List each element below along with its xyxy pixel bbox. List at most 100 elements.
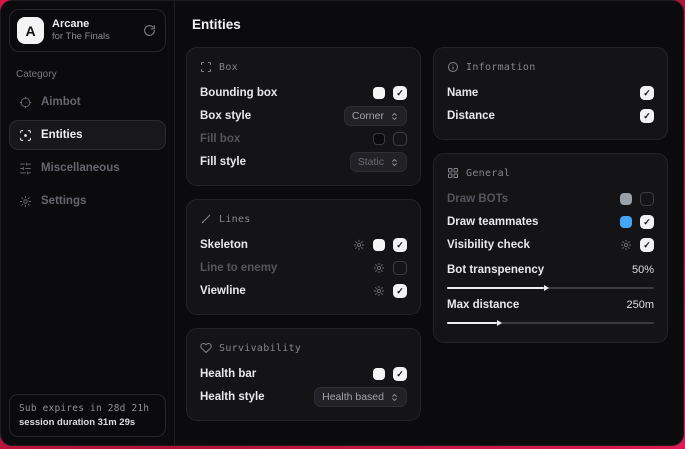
line-to-enemy-checkbox[interactable] — [393, 261, 407, 275]
bot-transparency-labels: Bot transpenency 50% — [447, 260, 654, 280]
heart-icon — [200, 342, 212, 354]
health-style-row: Health style Health based — [200, 386, 407, 408]
grid-icon — [447, 167, 459, 179]
app-logo: A — [17, 17, 44, 44]
section-title: Information — [466, 62, 536, 73]
viewline-row: Viewline — [200, 280, 407, 302]
row-label: Line to enemy — [200, 262, 277, 274]
skeleton-settings-gear-icon[interactable] — [353, 239, 365, 251]
bounding-box-checkbox[interactable] — [393, 86, 407, 100]
color-swatch[interactable] — [373, 368, 385, 380]
main-content: Entities Box Bounding box — [175, 1, 683, 445]
information-section: Information Name Distance — [433, 47, 668, 140]
info-icon — [447, 61, 459, 73]
row-label: Draw BOTs — [447, 193, 508, 205]
sidebar-item-label: Entities — [41, 129, 83, 141]
bot-transparency-slider[interactable] — [447, 287, 654, 289]
scan-eye-icon — [19, 129, 32, 142]
fill-style-row: Fill style Static — [200, 151, 407, 173]
app-titles: Arcane for The Finals — [52, 17, 110, 44]
box-style-dropdown[interactable]: Corner — [344, 106, 407, 126]
diagonal-line-icon — [200, 213, 212, 225]
health-bar-row: Health bar — [200, 363, 407, 385]
health-style-dropdown[interactable]: Health based — [314, 387, 407, 407]
max-distance-slider[interactable] — [447, 322, 654, 324]
row-label: Draw teammates — [447, 216, 538, 228]
viewline-checkbox[interactable] — [393, 284, 407, 298]
page-title: Entities — [192, 17, 668, 32]
draw-bots-row: Draw BOTs — [447, 188, 654, 210]
slider-value: 250m — [626, 299, 654, 311]
sidebar-item-miscellaneous[interactable]: Miscellaneous — [9, 153, 166, 183]
box-style-row: Box style Corner — [200, 105, 407, 127]
fill-box-row: Fill box — [200, 128, 407, 150]
sub-expiry-text: Sub expires in 28d 21h — [19, 403, 156, 414]
lines-section: Lines Skeleton Line to enem — [186, 199, 421, 315]
name-checkbox[interactable] — [640, 86, 654, 100]
color-swatch[interactable] — [620, 216, 632, 228]
line-to-enemy-settings-gear-icon[interactable] — [373, 262, 385, 274]
row-label: Skeleton — [200, 239, 248, 251]
session-duration-text: session duration 31m 29s — [19, 417, 156, 428]
row-label: Viewline — [200, 285, 246, 297]
category-label: Category — [16, 69, 166, 80]
skeleton-checkbox[interactable] — [393, 238, 407, 252]
fill-style-dropdown[interactable]: Static — [350, 152, 407, 172]
row-label: Health bar — [200, 368, 256, 380]
app-name: Arcane — [52, 17, 110, 31]
sidebar-item-label: Settings — [41, 195, 86, 207]
chevrons-up-down-icon — [390, 393, 399, 402]
box-section: Box Bounding box Box style Cor — [186, 47, 421, 186]
color-swatch[interactable] — [373, 239, 385, 251]
row-label: Visibility check — [447, 239, 530, 251]
row-label: Name — [447, 87, 478, 99]
visibility-settings-gear-icon[interactable] — [620, 239, 632, 251]
fill-box-checkbox[interactable] — [393, 132, 407, 146]
general-section: General Draw BOTs Draw teammates — [433, 153, 668, 343]
sidebar-item-label: Aimbot — [41, 96, 81, 108]
row-label: Fill box — [200, 133, 240, 145]
color-swatch[interactable] — [373, 87, 385, 99]
gear-icon — [19, 195, 32, 208]
section-title: Lines — [219, 214, 251, 225]
box-corners-icon — [200, 61, 212, 73]
dropdown-value: Health based — [322, 391, 384, 403]
distance-row: Distance — [447, 105, 654, 127]
line-to-enemy-row: Line to enemy — [200, 257, 407, 279]
app-window: A Arcane for The Finals Category Aimbot … — [0, 0, 684, 446]
refresh-icon[interactable] — [143, 24, 156, 37]
color-swatch[interactable] — [373, 133, 385, 145]
app-header: A Arcane for The Finals — [9, 9, 166, 52]
sidebar: A Arcane for The Finals Category Aimbot … — [1, 1, 175, 445]
bounding-box-row: Bounding box — [200, 82, 407, 104]
health-bar-checkbox[interactable] — [393, 367, 407, 381]
color-swatch[interactable] — [620, 193, 632, 205]
sidebar-item-entities[interactable]: Entities — [9, 120, 166, 150]
dropdown-value: Static — [358, 156, 384, 168]
app-subtitle: for The Finals — [52, 31, 110, 43]
sidebar-item-settings[interactable]: Settings — [9, 186, 166, 216]
slider-fill — [447, 287, 544, 289]
sidebar-item-aimbot[interactable]: Aimbot — [9, 87, 166, 117]
subscription-info: Sub expires in 28d 21h session duration … — [9, 394, 166, 437]
slider-fill — [447, 322, 497, 324]
survivability-section: Survivability Health bar Health style — [186, 328, 421, 421]
draw-bots-checkbox[interactable] — [640, 192, 654, 206]
dropdown-value: Corner — [352, 110, 384, 122]
max-distance-labels: Max distance 250m — [447, 295, 654, 315]
row-label: Fill style — [200, 156, 246, 168]
viewline-settings-gear-icon[interactable] — [373, 285, 385, 297]
row-label: Health style — [200, 391, 265, 403]
section-title: Survivability — [219, 343, 301, 354]
draw-teammates-checkbox[interactable] — [640, 215, 654, 229]
section-title: Box — [219, 62, 238, 73]
distance-checkbox[interactable] — [640, 109, 654, 123]
skeleton-row: Skeleton — [200, 234, 407, 256]
chevrons-up-down-icon — [390, 112, 399, 121]
slider-label: Bot transpenency — [447, 264, 544, 276]
visibility-check-row: Visibility check — [447, 234, 654, 256]
visibility-check-checkbox[interactable] — [640, 238, 654, 252]
slider-value: 50% — [632, 264, 654, 276]
draw-teammates-row: Draw teammates — [447, 211, 654, 233]
name-row: Name — [447, 82, 654, 104]
